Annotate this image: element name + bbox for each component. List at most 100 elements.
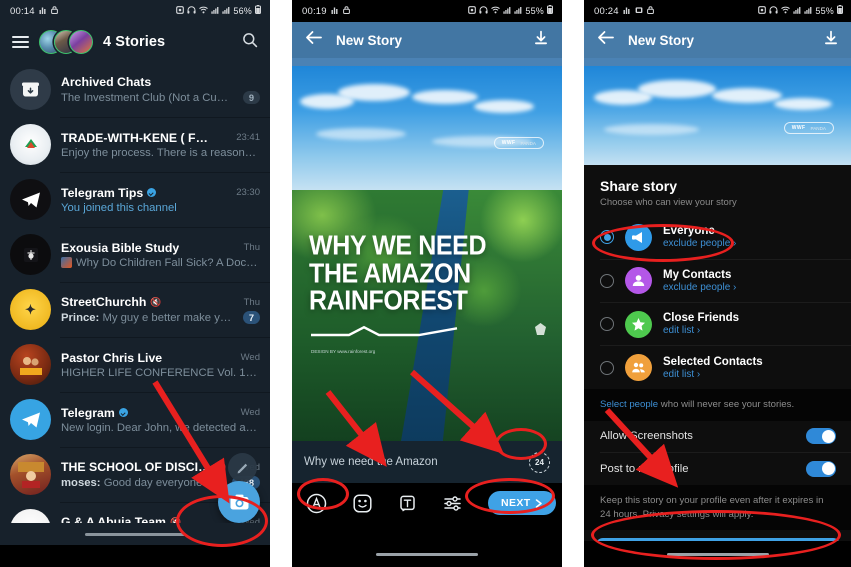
- media-logo-name: WWF: [501, 140, 516, 146]
- chat-name: Telegram Tips: [61, 185, 144, 200]
- sheet-subtitle: Choose who can view your story: [600, 197, 737, 208]
- alarm-icon: [468, 5, 477, 17]
- page-title: New Story: [336, 32, 403, 48]
- sheet-header: Share story Choose who can view your sto…: [584, 165, 851, 216]
- media-headline-line-3: RAINFOREST: [309, 284, 468, 316]
- option-label: Selected Contacts: [663, 355, 763, 368]
- screenshot-board: 00:14 56% 4 Stories Archived Chats The I…: [0, 0, 851, 567]
- table-row[interactable]: Exousia Bible Study Thu Why Do Children …: [0, 227, 270, 282]
- mute-icon: 🔇: [150, 296, 162, 307]
- equalizer-icon: [331, 6, 339, 17]
- option-selected-contacts[interactable]: Selected Contacts edit list ›: [584, 346, 851, 389]
- wifi-icon: [199, 6, 209, 17]
- media-headline-line-1: WHY WE NEED: [309, 229, 487, 262]
- download-icon[interactable]: [533, 30, 549, 51]
- battery-icon: [547, 5, 553, 17]
- battery-icon: [255, 5, 261, 17]
- stories-count-label[interactable]: 4 Stories: [103, 34, 165, 50]
- battery-percent: 56%: [233, 6, 252, 16]
- equalizer-icon: [623, 6, 631, 17]
- arrow-to-camera-fab: [152, 380, 230, 504]
- chat-preview: The Investment Club (Not a Custo…: [61, 91, 233, 104]
- chat-name: StreetChurchh: [61, 295, 147, 309]
- sticker-icon[interactable]: [353, 493, 372, 513]
- menu-icon[interactable]: [12, 36, 29, 48]
- status-bar: 00:24 55%: [584, 0, 851, 22]
- phone-panel-story-editor: 00:19 55% WWF PANDA WHY WE NEED THE AMAZ…: [292, 0, 562, 567]
- chat-name: Telegram: [61, 405, 115, 420]
- battery-percent: 55%: [525, 6, 544, 16]
- story-avatar[interactable]: [69, 30, 93, 54]
- media-credit: DESIGN BY www.rainforest.org: [311, 349, 376, 354]
- option-link[interactable]: exclude people ›: [663, 282, 736, 293]
- table-row[interactable]: TRADE-WITH-KENE ( FREE G… 23:41 Enjoy th…: [0, 117, 270, 172]
- back-arrow-icon[interactable]: [597, 30, 614, 50]
- person-icon: [625, 267, 652, 295]
- option-my-contacts[interactable]: My Contacts exclude people ›: [584, 259, 851, 302]
- back-arrow-icon[interactable]: [305, 30, 322, 50]
- page-title: New Story: [628, 32, 695, 48]
- option-close-friends[interactable]: Close Friends edit list ›: [584, 303, 851, 346]
- unread-badge: 7: [242, 311, 260, 324]
- table-row[interactable]: Archived Chats The Investment Club (Not …: [0, 62, 270, 117]
- table-row[interactable]: Telegram Tips 23:30 You joined this chan…: [0, 172, 270, 227]
- ellipse-post-story-button: [591, 510, 841, 560]
- headphones-icon: [479, 5, 488, 17]
- lock-icon: [50, 5, 58, 17]
- stories-avatars[interactable]: [39, 29, 93, 55]
- battery-icon: [837, 5, 843, 17]
- status-time: 00:24: [594, 5, 619, 17]
- option-link[interactable]: edit list ›: [663, 325, 739, 336]
- radio-selected-contacts[interactable]: [600, 360, 614, 375]
- avatar: [10, 344, 51, 385]
- avatar: [10, 234, 51, 275]
- media-squiggle-icon: [311, 325, 458, 336]
- chat-name: Pastor Chris Live: [61, 350, 163, 365]
- story-topbar: New Story: [584, 22, 851, 58]
- chat-name: Archived Chats: [61, 75, 152, 89]
- headphones-icon: [187, 5, 196, 17]
- chat-name: TRADE-WITH-KENE ( FREE G…: [61, 130, 211, 145]
- arrow-to-timer-badge: [410, 369, 504, 454]
- option-link[interactable]: edit list ›: [663, 369, 763, 380]
- arrow-to-footnote: [604, 407, 679, 488]
- media-sky: [584, 66, 851, 171]
- story-topbar: New Story: [292, 22, 562, 58]
- nav-home-indicator: [292, 541, 562, 567]
- star-icon: [625, 310, 652, 338]
- chat-list-header: 4 Stories: [0, 22, 270, 62]
- download-icon[interactable]: [823, 30, 839, 51]
- avatar: [10, 454, 51, 495]
- chat-preview: My guy e better make you l…: [102, 311, 233, 324]
- allow-screenshots-switch[interactable]: [806, 428, 836, 445]
- search-icon[interactable]: [242, 32, 258, 53]
- alarm-icon: [758, 5, 767, 17]
- verified-badge-icon: [118, 408, 128, 417]
- chat-sender: moses:: [61, 476, 101, 489]
- media-logo-badge: WWF PANDA: [783, 122, 834, 134]
- share-story-sheet: Share story Choose who can view your sto…: [584, 165, 851, 567]
- chat-time: 23:41: [236, 132, 260, 143]
- post-to-profile-switch[interactable]: [806, 460, 836, 477]
- adjust-icon[interactable]: [443, 494, 462, 513]
- signal-icon: [503, 6, 511, 17]
- media-watermark-icon: [535, 322, 546, 340]
- status-bar: 00:14 56%: [0, 0, 270, 22]
- wifi-icon: [781, 6, 791, 17]
- ellipse-draw-tool: [297, 478, 349, 510]
- signal-2-icon: [514, 6, 522, 17]
- table-row[interactable]: ✦ StreetChurchh 🔇 Thu Prince: My guy e b…: [0, 282, 270, 337]
- radio-close-friends[interactable]: [600, 317, 614, 332]
- wifi-icon: [491, 6, 501, 17]
- text-icon[interactable]: [398, 494, 417, 513]
- media-logo-badge: WWF PANDA: [493, 137, 544, 149]
- headphones-icon: [769, 5, 778, 17]
- radio-my-contacts[interactable]: [600, 273, 614, 288]
- arrow-to-caption: [325, 390, 387, 467]
- chat-time: Thu: [243, 242, 260, 253]
- media-logo-name: WWF: [791, 125, 806, 131]
- signal-2-icon: [222, 6, 230, 17]
- equalizer-icon: [39, 6, 47, 17]
- verified-badge-icon: [147, 188, 157, 197]
- group-icon: [625, 354, 652, 382]
